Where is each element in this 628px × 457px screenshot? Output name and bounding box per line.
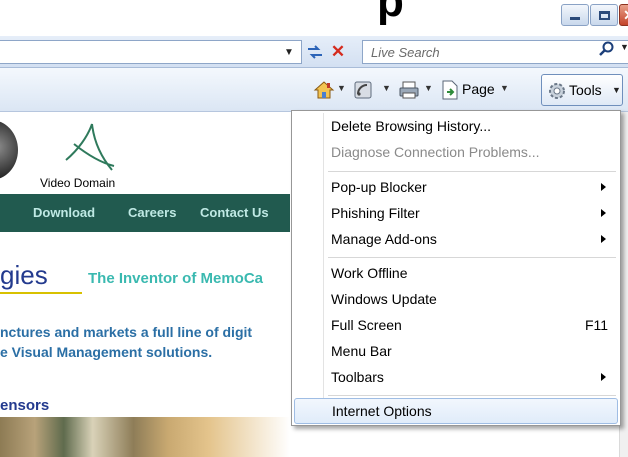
minimize-icon (570, 16, 580, 20)
tools-button[interactable]: Tools ▼ (541, 74, 623, 106)
menu-item-label: Toolbars (331, 369, 384, 385)
page-menu-label[interactable]: Page (462, 81, 495, 97)
command-bar: ▼ ▼ ▼ Page ▼ Tools ▼ (0, 68, 628, 112)
search-options-chevron-icon[interactable]: ▼ (620, 42, 628, 52)
menu-item-diagnose-connection-problems: Diagnose Connection Problems... (294, 140, 618, 166)
menu-item-label: Phishing Filter (331, 205, 420, 221)
headline-fragment: gies (0, 260, 82, 294)
menu-item-label: Internet Options (332, 403, 432, 419)
print-button[interactable] (397, 80, 421, 100)
menu-item-label: Delete Browsing History... (331, 118, 492, 134)
submenu-arrow-icon (601, 209, 606, 217)
menu-item-toolbars[interactable]: Toolbars (294, 365, 618, 391)
nav-link-careers[interactable]: Careers (128, 205, 176, 220)
menu-item-label: Windows Update (331, 291, 437, 307)
feeds-dropdown-chevron-icon[interactable]: ▼ (382, 83, 391, 93)
address-input[interactable] (0, 40, 302, 64)
logo-graphic (0, 120, 18, 180)
address-dropdown-button[interactable]: ▼ (280, 42, 298, 62)
site-nav-bar: Download Careers Contact Us (0, 194, 290, 232)
submenu-arrow-icon (601, 373, 606, 381)
home-button[interactable] (312, 80, 336, 100)
nav-link-download[interactable]: Download (33, 205, 95, 220)
site-logo-area: Video Domain (0, 112, 290, 194)
menu-item-label: Manage Add-ons (331, 231, 437, 247)
menu-item-popup-blocker[interactable]: Pop-up Blocker (294, 175, 618, 201)
page-icon (442, 80, 458, 100)
maximize-button[interactable] (590, 4, 618, 26)
menu-item-internet-options[interactable]: Internet Options (294, 398, 618, 424)
menu-item-delete-browsing-history[interactable]: Delete Browsing History... (294, 114, 618, 140)
submenu-arrow-icon (601, 235, 606, 243)
intro-paragraph: nctures and markets a full line of digit… (0, 322, 252, 362)
menu-item-label: Diagnose Connection Problems... (331, 144, 540, 160)
tagline: The Inventor of MemoCa (88, 270, 264, 287)
logo-mark-icon (65, 123, 115, 171)
minimize-button[interactable] (561, 4, 589, 26)
browser-window: p ✕ ▼ ✕ Live Search (0, 0, 628, 457)
intro-line-2: e Visual Management solutions. (0, 344, 213, 360)
stop-button[interactable]: ✕ (329, 42, 347, 61)
page-button[interactable] (440, 80, 460, 100)
title-bar: p ✕ (0, 0, 628, 36)
close-button[interactable]: ✕ (619, 4, 628, 26)
menu-item-work-offline[interactable]: Work Offline (294, 261, 618, 287)
menu-item-label: Menu Bar (331, 343, 392, 359)
menu-separator (328, 395, 616, 396)
search-input[interactable]: Live Search (362, 40, 628, 64)
search-icon (599, 41, 614, 56)
sensors-heading: ensors (0, 397, 50, 414)
print-icon (399, 81, 419, 99)
feeds-button[interactable] (353, 80, 373, 100)
menu-item-label: Work Offline (331, 265, 408, 281)
search-button[interactable] (593, 40, 619, 58)
menu-separator (328, 171, 616, 172)
chevron-down-icon: ▼ (284, 46, 294, 58)
menu-item-label: Full Screen (331, 317, 402, 333)
menu-item-menu-bar[interactable]: Menu Bar (294, 339, 618, 365)
page-heading-fragment: p (377, 0, 404, 26)
maximize-icon (598, 10, 610, 20)
close-icon: ✕ (623, 8, 628, 22)
feeds-icon (354, 81, 372, 99)
menu-item-manage-add-ons[interactable]: Manage Add-ons (294, 227, 618, 253)
tools-menu-label: Tools (569, 82, 602, 98)
stop-icon: ✕ (330, 42, 346, 61)
headline-underline (0, 292, 82, 294)
nav-link-contact-us[interactable]: Contact Us (200, 205, 269, 220)
address-bar-row: ▼ ✕ Live Search ▼ (0, 36, 628, 68)
menu-item-full-screen[interactable]: Full Screen F11 (294, 313, 618, 339)
menu-item-windows-update[interactable]: Windows Update (294, 287, 618, 313)
headline-text: gies (0, 260, 48, 290)
home-dropdown-chevron-icon[interactable]: ▼ (337, 83, 346, 93)
submenu-arrow-icon (601, 183, 606, 191)
menu-separator (328, 257, 616, 258)
home-icon (313, 81, 335, 99)
page-dropdown-chevron-icon[interactable]: ▼ (500, 83, 509, 93)
gear-icon (549, 83, 565, 99)
menu-item-phishing-filter[interactable]: Phishing Filter (294, 201, 618, 227)
logo-caption: Video Domain (40, 176, 116, 190)
menu-item-shortcut: F11 (585, 317, 609, 333)
print-dropdown-chevron-icon[interactable]: ▼ (424, 83, 433, 93)
tools-chevron-down-icon: ▼ (612, 85, 621, 95)
intro-line-1: nctures and markets a full line of digit (0, 324, 253, 340)
product-photo (0, 417, 290, 457)
menu-item-label: Pop-up Blocker (331, 179, 427, 195)
search-placeholder: Live Search (371, 45, 440, 60)
refresh-button[interactable] (305, 43, 325, 61)
refresh-icon (308, 45, 322, 59)
tools-dropdown-menu: Delete Browsing History... Diagnose Conn… (291, 110, 621, 426)
